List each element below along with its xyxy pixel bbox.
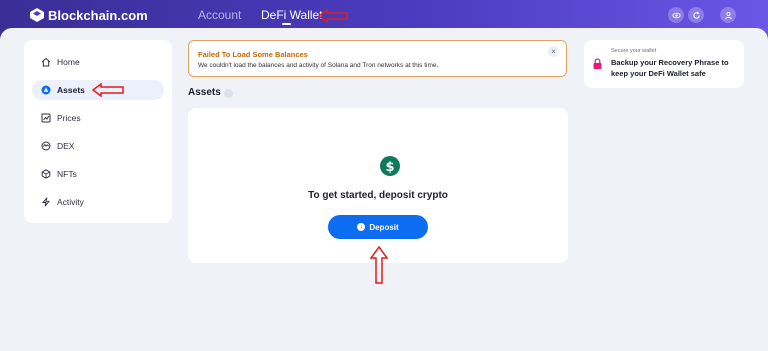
sidebar-item-nfts[interactable]: NFTs — [32, 164, 164, 184]
sidebar-item-prices[interactable]: Prices — [32, 108, 164, 128]
sidebar: Home Assets Prices DEX NFTs Activity — [24, 40, 172, 223]
sidebar-item-label: Home — [57, 57, 80, 67]
annotation-arrow-up — [370, 246, 388, 284]
eye-icon[interactable] — [668, 7, 684, 23]
blockchain-logo-icon — [30, 8, 44, 22]
assets-empty-state-card — [188, 108, 568, 263]
blockchain-logo[interactable]: Blockchain.com — [30, 7, 148, 23]
logo-text: Blockchain.com — [48, 7, 148, 23]
sidebar-item-label: Activity — [57, 197, 84, 207]
svg-text:$: $ — [385, 160, 394, 175]
sidebar-item-label: Prices — [57, 113, 81, 123]
activity-icon — [42, 197, 50, 207]
refresh-icon[interactable] — [688, 7, 704, 23]
sidebar-item-dex[interactable]: DEX — [32, 136, 164, 156]
sidebar-item-activity[interactable]: Activity — [32, 192, 164, 212]
backup-recovery-card[interactable]: Secure your wallet Backup your Recovery … — [584, 40, 744, 88]
user-icon[interactable] — [720, 7, 736, 23]
sidebar-item-label: Assets — [57, 85, 85, 95]
dex-icon — [41, 141, 51, 151]
sidebar-item-label: DEX — [57, 141, 75, 151]
tab-account[interactable]: Account — [198, 8, 241, 22]
deposit-button-label: Deposit — [369, 222, 399, 232]
alert-title: Failed To Load Some Balances — [198, 50, 308, 59]
alert-message: We couldn't load the balances and activi… — [198, 62, 439, 69]
crypto-coins-icon: $ — [363, 143, 400, 176]
annotation-arrow-left — [92, 83, 124, 97]
annotation-arrow-left — [318, 9, 348, 23]
assets-icon — [41, 85, 51, 95]
nfts-icon — [41, 169, 51, 179]
sidebar-item-home[interactable]: Home — [32, 52, 164, 72]
assets-heading: Assets — [188, 87, 221, 98]
deposit-button[interactable]: ↓ Deposit — [328, 215, 428, 239]
backup-title: Backup your Recovery Phrase to keep your… — [611, 58, 729, 78]
backup-subtitle: Secure your wallet — [611, 48, 657, 54]
tab-defi-wallet[interactable]: DeFi Wallet — [261, 8, 323, 22]
close-icon[interactable]: × — [548, 46, 559, 57]
lock-icon — [593, 58, 602, 69]
deposit-arrow-icon: ↓ — [357, 223, 366, 231]
active-tab-indicator — [282, 23, 291, 25]
error-alert-banner: Failed To Load Some Balances We couldn't… — [188, 40, 567, 77]
info-icon[interactable] — [224, 89, 233, 98]
home-icon — [41, 57, 51, 67]
sidebar-item-label: NFTs — [57, 169, 77, 179]
empty-state-message: To get started, deposit crypto — [308, 190, 448, 201]
prices-icon — [41, 113, 51, 123]
